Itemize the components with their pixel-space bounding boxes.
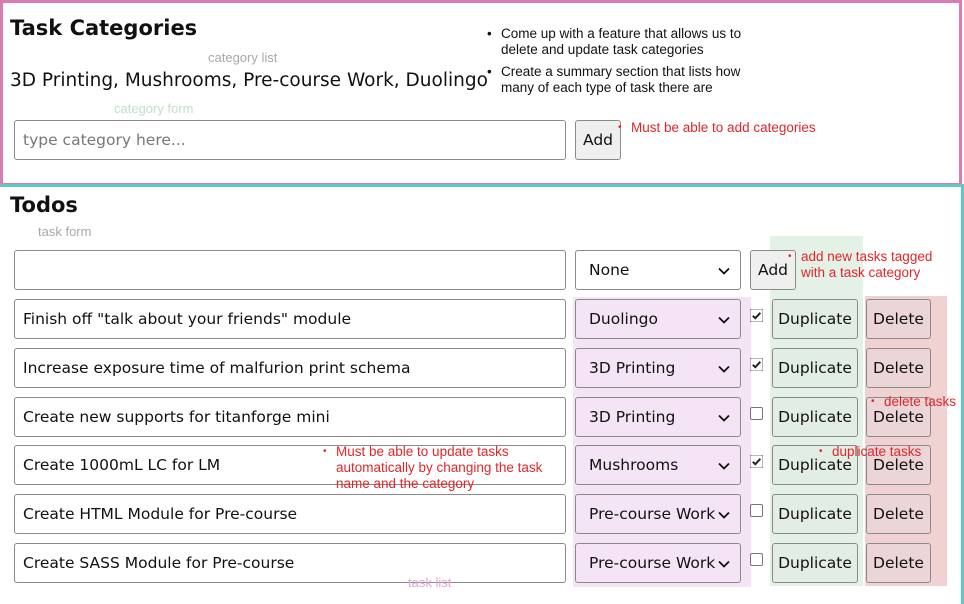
chevron-down-icon <box>718 414 730 422</box>
delete-note: delete tasks <box>871 394 956 410</box>
task-name-input[interactable]: Increase exposure time of malfurion prin… <box>14 348 566 388</box>
task-name-input[interactable]: Create new supports for titanforge mini <box>14 397 566 437</box>
category-list: 3D Printing, Mushrooms, Pre-course Work,… <box>10 70 488 91</box>
select-value: Duolingo <box>589 310 659 328</box>
category-list-annotation: category list <box>208 50 278 65</box>
checkmark-icon <box>750 455 763 468</box>
select-value: Mushrooms <box>589 456 679 474</box>
duplicate-note: duplicate tasks <box>819 444 921 460</box>
duplicate-button[interactable]: Duplicate <box>772 348 858 388</box>
chevron-down-icon <box>718 267 730 275</box>
categories-title: Task Categories <box>10 16 198 40</box>
chevron-down-icon <box>718 462 730 470</box>
task-done-checkbox[interactable] <box>750 504 763 517</box>
select-value: None <box>589 261 630 279</box>
chevron-down-icon <box>718 316 730 324</box>
chevron-down-icon <box>718 365 730 373</box>
checkmark-icon <box>750 358 763 371</box>
task-name-input[interactable]: Create SASS Module for Pre-course <box>14 543 566 583</box>
task-category-select[interactable]: 3D Printing <box>575 348 741 388</box>
feature-note: Create a summary section that lists how … <box>487 64 777 96</box>
duplicate-button[interactable]: Duplicate <box>772 494 858 534</box>
todos-title: Todos <box>10 193 78 217</box>
task-form-annotation: task form <box>38 224 92 239</box>
task-done-checkbox[interactable] <box>750 455 763 468</box>
select-value: Pre-course Work <box>589 505 716 523</box>
task-done-checkbox[interactable] <box>750 553 763 566</box>
task-category-select[interactable]: 3D Printing <box>575 397 741 437</box>
select-value: 3D Printing <box>589 359 676 377</box>
new-task-input[interactable] <box>14 250 566 290</box>
task-done-checkbox[interactable] <box>750 407 763 420</box>
chevron-down-icon <box>718 560 730 568</box>
task-list-annotation: task list <box>408 575 452 590</box>
update-task-note: Must be able to update tasks automatical… <box>323 444 573 492</box>
duplicate-button[interactable]: Duplicate <box>772 543 858 583</box>
duplicate-button[interactable]: Duplicate <box>772 299 858 339</box>
task-category-select[interactable]: Pre-course Work <box>575 543 741 583</box>
add-category-button[interactable]: Add <box>575 120 621 160</box>
feature-note: Come up with a feature that allows us to… <box>487 26 777 58</box>
task-done-checkbox[interactable] <box>750 309 763 322</box>
category-input[interactable] <box>14 120 566 160</box>
delete-button[interactable]: Delete <box>866 543 931 583</box>
task-done-checkbox[interactable] <box>750 358 763 371</box>
task-name-input[interactable]: Finish off "talk about your friends" mod… <box>14 299 566 339</box>
new-task-category-select[interactable]: None <box>575 250 741 290</box>
checkmark-icon <box>750 309 763 322</box>
add-task-note: add new tasks tagged with a task categor… <box>788 249 958 281</box>
feature-notes: Come up with a feature that allows us to… <box>487 26 777 102</box>
delete-button[interactable]: Delete <box>866 494 931 534</box>
task-category-select[interactable]: Duolingo <box>575 299 741 339</box>
chevron-down-icon <box>718 511 730 519</box>
select-value: 3D Printing <box>589 408 676 426</box>
delete-button[interactable]: Delete <box>866 348 931 388</box>
duplicate-button[interactable]: Duplicate <box>772 397 858 437</box>
category-form-annotation: category form <box>114 101 194 116</box>
task-name-input[interactable]: Create HTML Module for Pre-course <box>14 494 566 534</box>
delete-button[interactable]: Delete <box>866 299 931 339</box>
select-value: Pre-course Work <box>589 554 716 572</box>
task-category-select[interactable]: Pre-course Work <box>575 494 741 534</box>
task-category-select[interactable]: Mushrooms <box>575 445 741 485</box>
add-category-note: Must be able to add categories <box>618 120 816 136</box>
